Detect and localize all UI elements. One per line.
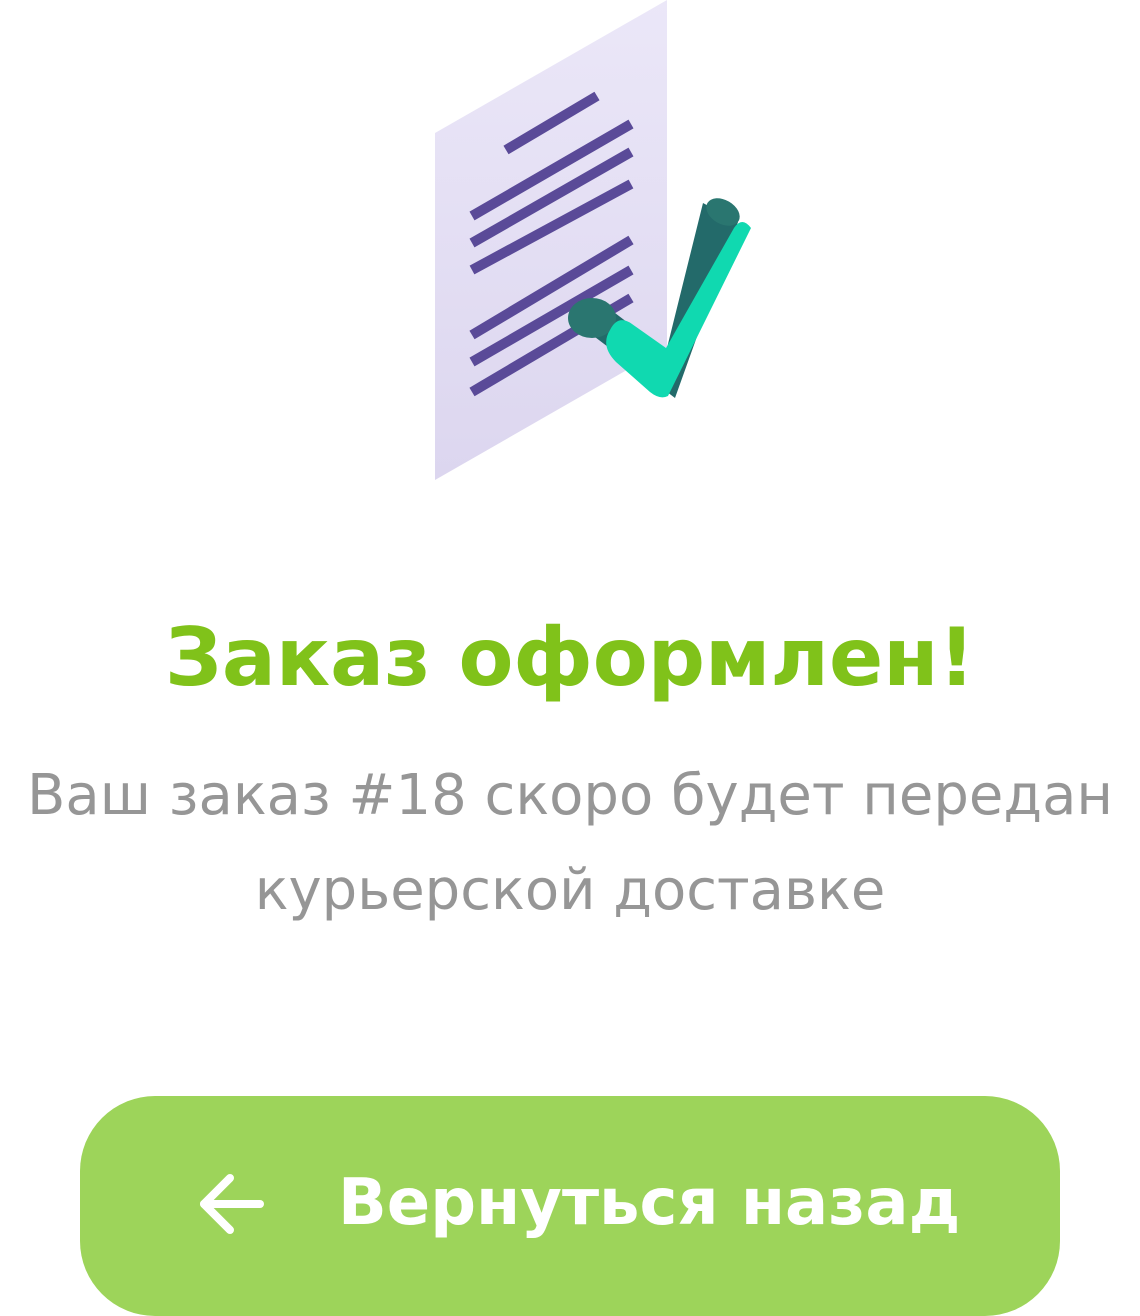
back-button[interactable]: Вернуться назад <box>80 1096 1060 1316</box>
page-title: Заказ оформлен! <box>165 611 975 704</box>
document-sheet <box>435 0 667 480</box>
back-button-label: Вернуться назад <box>338 1166 961 1240</box>
order-message-line-1: Ваш заказ #18 скоро будет передан <box>26 763 1114 828</box>
order-message: Ваш заказ #18 скоро будет передан курьер… <box>0 748 1140 938</box>
arrow-left-icon <box>196 1172 268 1236</box>
document-check-icon <box>420 0 770 490</box>
order-message-line-2: курьерской доставке <box>254 858 886 923</box>
